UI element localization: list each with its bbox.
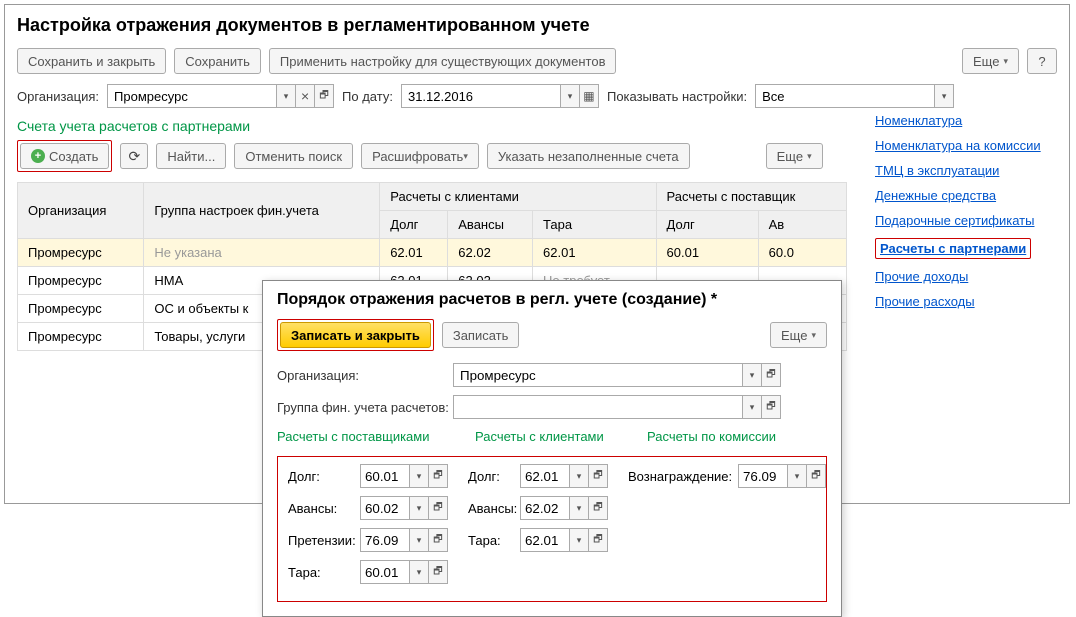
write-close-button[interactable]: Записать и закрыть <box>280 322 431 348</box>
show-combo <box>755 84 954 108</box>
apply-settings-button[interactable]: Применить настройку для существующих док… <box>269 48 617 74</box>
dialog-org-row: Организация: <box>277 363 827 387</box>
sidebar-item-expense[interactable]: Прочие расходы <box>875 294 1055 309</box>
col-commission-title: Расчеты по комиссии <box>647 429 776 444</box>
open-icon[interactable] <box>428 464 448 488</box>
sidebar-item-partners[interactable]: Расчеты с партнерами <box>875 238 1031 259</box>
date-input[interactable] <box>401 84 561 108</box>
dropdown-icon[interactable] <box>569 496 589 520</box>
dropdown-icon[interactable] <box>409 528 429 552</box>
dialog-group-input[interactable] <box>453 395 743 419</box>
dropdown-icon[interactable] <box>409 464 429 488</box>
save-button[interactable]: Сохранить <box>174 48 261 74</box>
dialog-group-dropdown-icon[interactable] <box>742 395 762 419</box>
dropdown-icon[interactable] <box>569 528 589 552</box>
show-input[interactable] <box>755 84 935 108</box>
unfilled-button[interactable]: Указать незаполненные счета <box>487 143 690 169</box>
dialog-org-dropdown-icon[interactable] <box>742 363 762 387</box>
filter-row: Организация: По дату: Показывать настрой… <box>17 84 1057 108</box>
sidebar-nav: Номенклатура Номенклатура на комиссии ТМ… <box>875 113 1055 319</box>
org-clear-icon[interactable] <box>295 84 315 108</box>
help-button[interactable]: ? <box>1027 48 1057 74</box>
cancel-search-button[interactable]: Отменить поиск <box>234 143 353 169</box>
create-dialog: Порядок отражения расчетов в регл. учете… <box>262 280 842 617</box>
sidebar-item-gift[interactable]: Подарочные сертификаты <box>875 213 1055 228</box>
suppliers-column: Долг: Авансы: Претензии: Тара: <box>288 463 448 591</box>
plus-icon: + <box>31 149 45 163</box>
sup-debt-input[interactable] <box>360 464 410 488</box>
date-label: По дату: <box>342 89 393 104</box>
date-dropdown-icon[interactable] <box>560 84 580 108</box>
org-open-icon[interactable] <box>314 84 334 108</box>
sidebar-item-nomenclature-commission[interactable]: Номенклатура на комиссии <box>875 138 1055 153</box>
dialog-org-open-icon[interactable] <box>761 363 781 387</box>
dialog-group-label: Группа фин. учета расчетов: <box>277 400 453 415</box>
open-icon[interactable] <box>588 528 608 552</box>
col-org[interactable]: Организация <box>18 183 144 239</box>
page-title: Настройка отражения документов в регламе… <box>17 15 1057 36</box>
sidebar-item-income[interactable]: Прочие доходы <box>875 269 1055 284</box>
col-sdebt[interactable]: Долг <box>656 211 758 239</box>
create-button[interactable]: + Создать <box>20 143 109 169</box>
dialog-org-input[interactable] <box>453 363 743 387</box>
dialog-group-open-icon[interactable] <box>761 395 781 419</box>
calendar-icon[interactable] <box>579 84 599 108</box>
col-clients-title: Расчеты с клиентами <box>475 429 625 444</box>
show-label: Показывать настройки: <box>607 89 747 104</box>
clients-column: Долг: Авансы: Тара: <box>468 463 608 591</box>
cli-advance-input[interactable] <box>520 496 570 520</box>
col-tara[interactable]: Тара <box>533 211 657 239</box>
org-input[interactable] <box>107 84 277 108</box>
open-icon[interactable] <box>588 464 608 488</box>
main-toolbar: Сохранить и закрыть Сохранить Применить … <box>17 48 1057 74</box>
col-clients[interactable]: Расчеты с клиентами <box>380 183 656 211</box>
decode-button[interactable]: Расшифровать <box>361 143 479 169</box>
dialog-title: Порядок отражения расчетов в регл. учете… <box>277 291 827 309</box>
com-reward-input[interactable] <box>738 464 788 488</box>
cli-debt-input[interactable] <box>520 464 570 488</box>
open-icon[interactable] <box>588 496 608 520</box>
find-button[interactable]: Найти... <box>156 143 226 169</box>
open-icon[interactable] <box>428 528 448 552</box>
org-label: Организация: <box>17 89 99 104</box>
commission-column: Вознаграждение: <box>628 463 826 591</box>
dropdown-icon[interactable] <box>409 496 429 520</box>
sidebar-item-tmc[interactable]: ТМЦ в эксплуатации <box>875 163 1055 178</box>
col-sadv[interactable]: Ав <box>758 211 846 239</box>
open-icon[interactable] <box>806 464 826 488</box>
col-advance[interactable]: Авансы <box>448 211 533 239</box>
save-close-button[interactable]: Сохранить и закрыть <box>17 48 166 74</box>
dialog-org-label: Организация: <box>277 368 453 383</box>
show-dropdown-icon[interactable] <box>934 84 954 108</box>
write-button[interactable]: Записать <box>442 322 520 348</box>
create-label: Создать <box>49 149 98 164</box>
sidebar-item-nomenclature[interactable]: Номенклатура <box>875 113 1055 128</box>
dropdown-icon[interactable] <box>787 464 807 488</box>
col-debt[interactable]: Долг <box>380 211 448 239</box>
col-suppliers[interactable]: Расчеты с поставщик <box>656 183 846 211</box>
open-icon[interactable] <box>428 496 448 520</box>
dialog-group-row: Группа фин. учета расчетов: <box>277 395 827 419</box>
sup-claims-input[interactable] <box>360 528 410 552</box>
refresh-button[interactable] <box>120 143 148 169</box>
date-combo <box>401 84 599 108</box>
dropdown-icon[interactable] <box>569 464 589 488</box>
col-group[interactable]: Группа настроек фин.учета <box>144 183 380 239</box>
dialog-toolbar: Записать и закрыть Записать Еще <box>277 319 827 351</box>
sup-tara-input[interactable] <box>360 560 410 584</box>
section-more-button[interactable]: Еще <box>766 143 823 169</box>
accounts-panel: Долг: Авансы: Претензии: Тара: Долг: Ава… <box>277 456 827 602</box>
table-row[interactable]: Промресурс Не указана 62.01 62.02 62.01 … <box>18 239 847 267</box>
org-dropdown-icon[interactable] <box>276 84 296 108</box>
org-combo <box>107 84 334 108</box>
dialog-more-button[interactable]: Еще <box>770 322 827 348</box>
dropdown-icon[interactable] <box>409 560 429 584</box>
more-button[interactable]: Еще <box>962 48 1019 74</box>
refresh-icon <box>129 148 141 165</box>
open-icon[interactable] <box>428 560 448 584</box>
sup-advance-input[interactable] <box>360 496 410 520</box>
sidebar-item-cash[interactable]: Денежные средства <box>875 188 1055 203</box>
col-suppliers-title: Расчеты с поставщиками <box>277 429 453 444</box>
cli-tara-input[interactable] <box>520 528 570 552</box>
